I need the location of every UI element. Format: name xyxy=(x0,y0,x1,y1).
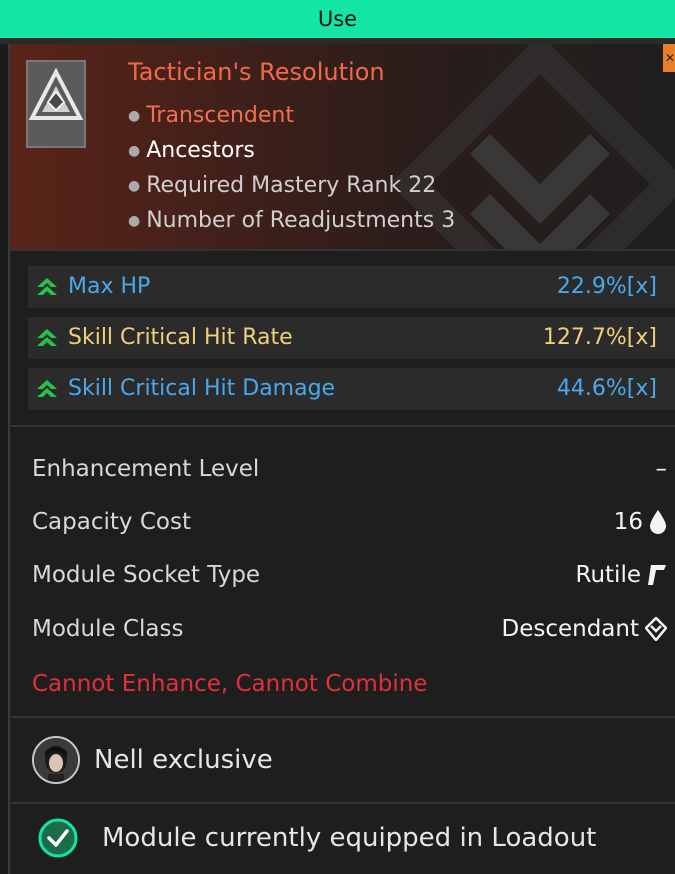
module-tooltip-panel: ✕ Tactician's Resolution ● Transcendent ●… xyxy=(8,44,675,874)
tag-rarity: ● Transcendent xyxy=(128,103,294,128)
stat-value: 127.7%[x] xyxy=(542,325,657,350)
exclusive-label: Nell exclusive xyxy=(94,745,273,775)
divider xyxy=(10,249,675,251)
stat-up-arrow-icon xyxy=(37,278,57,295)
module-class-row: Module Class Descendant xyxy=(32,609,667,649)
descendant-exclusive-row: Nell exclusive xyxy=(32,734,273,786)
stat-row: Skill Critical Hit Rate 127.7%[x] xyxy=(28,317,675,359)
rutile-socket-icon xyxy=(648,565,666,585)
module-socket-type-row: Module Socket Type Rutile xyxy=(32,555,667,595)
stat-value: 22.9%[x] xyxy=(556,274,657,299)
stat-up-arrow-icon xyxy=(37,329,57,346)
stat-name: Max HP xyxy=(68,274,151,299)
module-class-label: Module Class xyxy=(32,616,184,642)
use-button[interactable]: Use xyxy=(0,0,675,39)
capacity-cost-row: Capacity Cost 16 xyxy=(32,502,667,542)
divider xyxy=(10,716,675,718)
module-socket-type-value: Rutile xyxy=(575,562,641,588)
equipped-status-row: Module currently equipped in Loadout xyxy=(38,816,596,860)
stat-value: 44.6%[x] xyxy=(556,376,657,401)
divider xyxy=(10,802,675,804)
module-header: ✕ Tactician's Resolution ● Transcendent ●… xyxy=(10,44,675,249)
check-circle-icon xyxy=(38,818,78,858)
descendant-class-icon xyxy=(645,617,667,641)
module-class-value-group: Descendant xyxy=(501,609,667,649)
module-icon xyxy=(26,60,86,148)
enhancement-level-row: Enhancement Level – xyxy=(32,449,667,489)
module-emblem-icon xyxy=(28,62,84,146)
capacity-cost-label: Capacity Cost xyxy=(32,509,191,535)
tag-readjustments: ● Number of Readjustments 3 xyxy=(128,208,456,233)
enhancement-level-label: Enhancement Level xyxy=(32,456,260,482)
capacity-cost-value: 16 xyxy=(613,509,643,535)
stat-name: Skill Critical Hit Rate xyxy=(68,325,293,350)
equipped-status-label: Module currently equipped in Loadout xyxy=(102,823,597,853)
module-class-value: Descendant xyxy=(501,616,639,642)
close-tab-icon[interactable]: ✕ xyxy=(663,44,675,72)
stat-up-arrow-icon xyxy=(37,380,57,397)
capacity-cost-value-group: 16 xyxy=(614,502,667,542)
enhancement-level-value: – xyxy=(655,456,668,482)
tag-mastery: ● Required Mastery Rank 22 xyxy=(128,173,437,198)
module-tags: ● Transcendent ● Ancestors ● Required Maste… xyxy=(128,98,455,238)
stat-row: Max HP 22.9%[x] xyxy=(28,266,675,308)
tag-socket: ● Ancestors xyxy=(128,138,255,163)
module-name: Tactician's Resolution xyxy=(128,58,385,86)
stat-name: Skill Critical Hit Damage xyxy=(68,376,336,401)
divider xyxy=(10,425,675,427)
drop-icon xyxy=(650,510,666,534)
enhance-combine-warning: Cannot Enhance, Cannot Combine xyxy=(32,671,428,697)
module-socket-type-value-group: Rutile xyxy=(576,555,667,595)
module-socket-type-label: Module Socket Type xyxy=(32,562,261,588)
nell-avatar xyxy=(32,736,80,784)
stat-row: Skill Critical Hit Damage 44.6%[x] xyxy=(28,368,675,410)
